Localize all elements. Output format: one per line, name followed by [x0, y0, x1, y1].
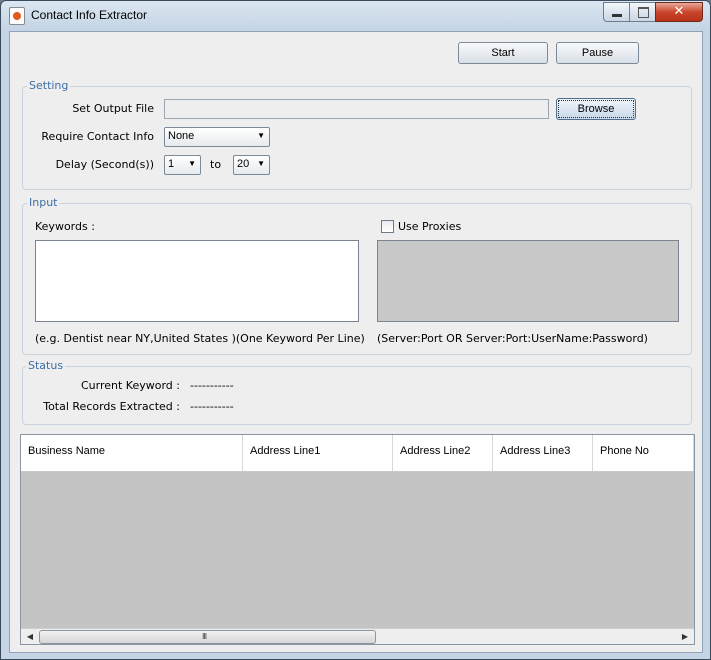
use-proxies-checkbox[interactable] [381, 220, 394, 233]
output-file-label: Set Output File [72, 102, 154, 115]
scroll-left-icon[interactable]: ◀ [23, 630, 37, 643]
delay-from-value: 1 [168, 158, 175, 170]
keywords-label: Keywords : [35, 220, 95, 233]
scrollbar-thumb[interactable]: III [39, 630, 376, 644]
setting-group-title: Setting [27, 79, 71, 92]
chevron-down-icon: ▼ [188, 159, 196, 168]
column-header-phone-no[interactable]: Phone No [593, 435, 694, 471]
results-table[interactable]: Business Name Address Line1 Address Line… [20, 434, 695, 645]
require-contact-select[interactable]: None ▼ [164, 127, 270, 147]
status-group [22, 366, 692, 425]
status-group-title: Status [26, 359, 66, 372]
current-keyword-label: Current Keyword : [81, 379, 180, 392]
input-group-title: Input [27, 196, 60, 209]
require-contact-label: Require Contact Info [41, 130, 154, 143]
horizontal-scrollbar[interactable]: ◀ III ▶ [21, 628, 694, 644]
scrollbar-grip: III [202, 632, 207, 641]
column-header-address-line2[interactable]: Address Line2 [393, 435, 493, 471]
keywords-hint: (e.g. Dentist near NY,United States )(On… [35, 332, 365, 345]
proxies-textarea[interactable] [377, 240, 679, 322]
minimize-button[interactable] [603, 2, 631, 22]
output-file-field[interactable] [164, 99, 549, 119]
column-header-address-line3[interactable]: Address Line3 [493, 435, 593, 471]
column-header-business-name[interactable]: Business Name [21, 435, 243, 471]
proxies-hint: (Server:Port OR Server:Port:UserName:Pas… [377, 332, 648, 345]
scroll-right-icon[interactable]: ▶ [678, 630, 692, 643]
app-window: Contact Info Extractor ✕ Start Pause Set… [0, 0, 711, 660]
pause-button[interactable]: Pause [556, 42, 639, 64]
total-records-label: Total Records Extracted : [43, 400, 180, 413]
require-contact-value: None [168, 130, 195, 142]
column-header-address-line1[interactable]: Address Line1 [243, 435, 393, 471]
current-keyword-value: ----------- [190, 379, 234, 392]
maximize-button[interactable] [629, 2, 657, 22]
browse-button[interactable]: Browse [556, 98, 636, 120]
close-button[interactable]: ✕ [655, 2, 703, 22]
delay-to-select[interactable]: 20 ▼ [233, 155, 270, 175]
keywords-textarea[interactable] [35, 240, 359, 322]
table-header: Business Name Address Line1 Address Line… [21, 435, 694, 472]
chevron-down-icon: ▼ [257, 159, 265, 168]
minimize-icon [612, 14, 622, 17]
main-panel: Start Pause Setting Set Output File Brow… [9, 31, 703, 653]
window-title: Contact Info Extractor [31, 8, 148, 22]
maximize-icon [638, 7, 649, 18]
delay-to-value: 20 [237, 158, 250, 170]
close-icon: ✕ [673, 4, 685, 19]
start-button[interactable]: Start [458, 42, 548, 64]
java-app-icon [9, 7, 25, 25]
total-records-value: ----------- [190, 400, 234, 413]
use-proxies-label[interactable]: Use Proxies [398, 220, 461, 233]
chevron-down-icon: ▼ [257, 131, 265, 140]
delay-from-select[interactable]: 1 ▼ [164, 155, 201, 175]
title-bar[interactable]: Contact Info Extractor ✕ [1, 1, 710, 31]
delay-label: Delay (Second(s)) [55, 158, 154, 171]
delay-to-label: to [210, 158, 222, 171]
